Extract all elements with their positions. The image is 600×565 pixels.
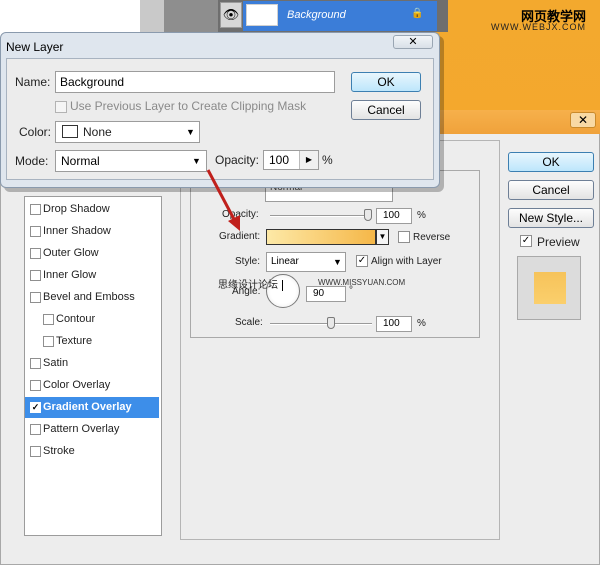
scale-label: Scale: bbox=[235, 317, 263, 328]
style-item-texture[interactable]: Texture bbox=[25, 331, 159, 352]
annotation-arrow bbox=[206, 169, 240, 231]
opacity-unit: % bbox=[417, 210, 426, 221]
ok-button[interactable]: OK bbox=[351, 72, 421, 92]
layer-name: Background bbox=[287, 9, 346, 21]
cancel-button[interactable]: Cancel bbox=[351, 100, 421, 120]
gradient-picker[interactable] bbox=[266, 229, 376, 245]
name-label: Name: bbox=[15, 75, 51, 89]
preview-label: Preview bbox=[537, 235, 580, 249]
clipping-mask-label: Use Previous Layer to Create Clipping Ma… bbox=[70, 99, 307, 113]
style-item-pattern-overlay[interactable]: Pattern Overlay bbox=[25, 419, 159, 440]
style-item-label: Bevel and Emboss bbox=[43, 291, 135, 303]
preview-checkbox[interactable]: ✓ bbox=[520, 235, 532, 247]
scale-slider-thumb[interactable] bbox=[327, 317, 335, 329]
style-item-outer-glow[interactable]: Outer Glow bbox=[25, 243, 159, 264]
style-checkbox[interactable] bbox=[30, 226, 41, 237]
style-checkbox[interactable]: ✓ bbox=[30, 402, 41, 413]
style-item-drop-shadow[interactable]: Drop Shadow bbox=[25, 199, 159, 220]
ok-button[interactable]: OK bbox=[508, 152, 594, 172]
gradient-style-select[interactable]: Linear ▼ bbox=[266, 252, 346, 272]
style-item-label: Stroke bbox=[43, 445, 75, 457]
eye-icon[interactable]: 👁 bbox=[220, 2, 242, 28]
opacity-unit: % bbox=[322, 153, 333, 167]
style-checkbox[interactable] bbox=[30, 424, 41, 435]
cancel-button[interactable]: Cancel bbox=[508, 180, 594, 200]
style-item-label: Inner Shadow bbox=[43, 225, 111, 237]
style-item-label: Pattern Overlay bbox=[43, 423, 120, 435]
scale-unit: % bbox=[417, 318, 426, 329]
chevron-down-icon: ▼ bbox=[333, 257, 342, 267]
scale-slider[interactable] bbox=[270, 323, 372, 325]
align-with-layer-label: Align with Layer bbox=[371, 256, 442, 267]
reverse-label: Reverse bbox=[413, 232, 451, 243]
layer-name-input[interactable]: Background bbox=[55, 71, 335, 93]
new-layer-title: New Layer bbox=[6, 40, 64, 54]
style-checkbox[interactable] bbox=[30, 204, 41, 215]
reverse-checkbox[interactable] bbox=[398, 231, 410, 243]
style-item-label: Color Overlay bbox=[43, 379, 111, 391]
scale-input[interactable]: 100 bbox=[376, 316, 412, 332]
preview-swatch bbox=[534, 272, 566, 304]
style-checkbox[interactable] bbox=[30, 248, 41, 259]
watermark-mid-text: 思缘设计论坛 bbox=[218, 280, 278, 291]
style-item-bevel-and-emboss[interactable]: Bevel and Emboss bbox=[25, 287, 159, 308]
lock-icon: 🔒 bbox=[411, 8, 424, 19]
style-checkbox[interactable] bbox=[43, 336, 54, 347]
layer-thumbnail bbox=[246, 4, 278, 26]
opacity-slider-thumb[interactable] bbox=[364, 209, 372, 221]
watermark-mid-url: WWW.MISSYUAN.COM bbox=[318, 278, 406, 287]
style-item-color-overlay[interactable]: Color Overlay bbox=[25, 375, 159, 396]
style-item-contour[interactable]: Contour bbox=[25, 309, 159, 330]
style-checkbox[interactable] bbox=[30, 292, 41, 303]
chevron-down-icon: ▼ bbox=[186, 127, 195, 137]
align-with-layer-checkbox[interactable]: ✓ bbox=[356, 255, 368, 267]
style-checkbox[interactable] bbox=[30, 358, 41, 369]
color-label: Color: bbox=[19, 125, 52, 139]
angle-input[interactable]: 90 bbox=[306, 286, 346, 302]
clipping-mask-checkbox[interactable] bbox=[55, 101, 67, 113]
close-icon[interactable]: ✕ bbox=[393, 35, 433, 49]
mode-select[interactable]: Normal ▼ bbox=[55, 150, 207, 172]
style-label: Style: bbox=[235, 256, 261, 267]
style-item-gradient-overlay[interactable]: ✓ Gradient Overlay bbox=[25, 397, 159, 418]
style-checkbox[interactable] bbox=[30, 380, 41, 391]
angle-needle bbox=[282, 280, 283, 291]
color-value: None bbox=[83, 125, 112, 139]
arrow-shaft bbox=[206, 169, 238, 224]
style-item-label: Drop Shadow bbox=[43, 203, 110, 215]
chevron-down-icon[interactable]: ▼ bbox=[376, 229, 389, 245]
opacity-slider[interactable] bbox=[270, 215, 372, 217]
chevron-right-icon[interactable]: ▶ bbox=[299, 151, 318, 169]
mode-label: Mode: bbox=[15, 154, 49, 168]
style-item-label: Satin bbox=[43, 357, 69, 369]
style-item-label: Outer Glow bbox=[43, 247, 99, 259]
mode-value: Normal bbox=[61, 154, 100, 168]
style-item-inner-shadow[interactable]: Inner Shadow bbox=[25, 221, 159, 242]
style-item-label: Contour bbox=[56, 313, 96, 325]
style-checkbox[interactable] bbox=[30, 270, 41, 281]
new-style-button[interactable]: New Style... bbox=[508, 208, 594, 228]
opacity-input[interactable]: 100 bbox=[376, 208, 412, 224]
style-item-satin[interactable]: Satin bbox=[25, 353, 159, 374]
gradient-style-value: Linear bbox=[271, 256, 299, 267]
style-item-label: Texture bbox=[56, 335, 93, 347]
style-item-inner-glow[interactable]: Inner Glow bbox=[25, 265, 159, 286]
style-checkbox[interactable] bbox=[43, 314, 54, 325]
style-item-label: Inner Glow bbox=[43, 269, 97, 281]
color-swatch bbox=[62, 125, 78, 138]
style-item-stroke[interactable]: Stroke bbox=[25, 441, 159, 462]
style-checkbox[interactable] bbox=[30, 446, 41, 457]
style-item-label: Gradient Overlay bbox=[43, 401, 132, 413]
watermark-url: WWW.WEBJX.COM bbox=[491, 22, 586, 32]
close-icon[interactable]: ✕ bbox=[570, 112, 596, 128]
